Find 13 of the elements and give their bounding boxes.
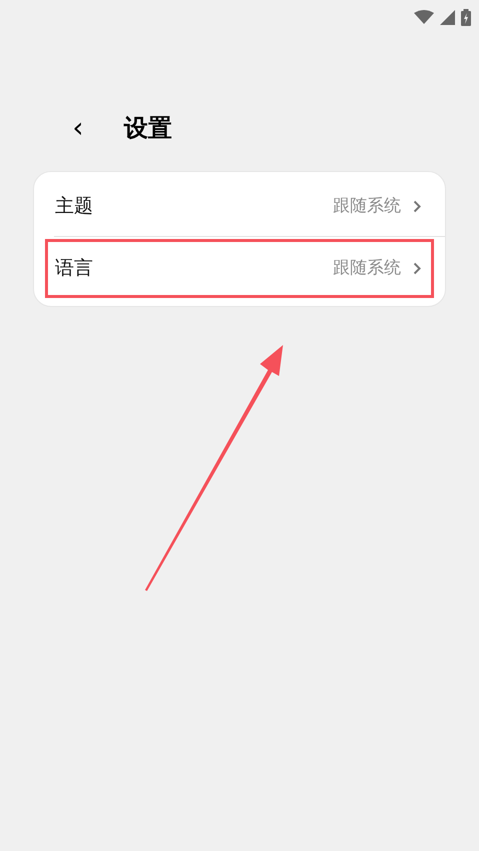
setting-value: 跟随系统 — [333, 256, 401, 280]
setting-label: 主题 — [55, 194, 93, 220]
setting-row[interactable]: 主题 跟随系统 — [45, 177, 434, 236]
setting-label: 语言 — [55, 256, 93, 282]
battery-icon — [461, 8, 471, 26]
wifi-icon — [414, 10, 434, 24]
back-button[interactable]: ‹ — [68, 114, 88, 142]
page-title: 设置 — [124, 113, 172, 144]
setting-value: 跟随系统 — [333, 194, 401, 218]
chevron-right-icon — [413, 200, 421, 213]
setting-row[interactable]: 语言 跟随系统 — [45, 239, 434, 298]
signal-icon — [440, 10, 455, 24]
chevron-right-icon — [413, 262, 421, 275]
